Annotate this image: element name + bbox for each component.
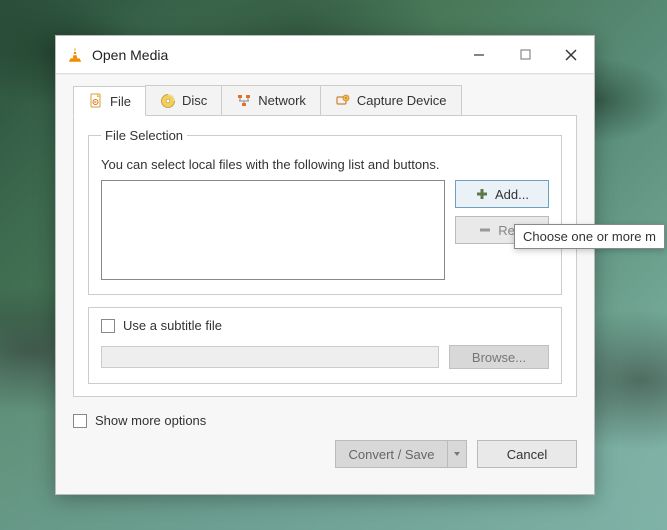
convert-save-button[interactable]: Convert / Save (335, 440, 447, 468)
window-title: Open Media (92, 47, 456, 63)
add-button[interactable]: Add... (455, 180, 549, 208)
vlc-cone-icon (66, 46, 84, 64)
dialog-footer: Convert / Save Cancel (73, 434, 577, 468)
file-list[interactable] (101, 180, 445, 280)
button-label: Convert / Save (349, 447, 435, 462)
titlebar: Open Media (56, 36, 594, 74)
add-button-tooltip: Choose one or more m (514, 224, 665, 249)
button-label: Cancel (507, 447, 547, 462)
window-controls (456, 36, 594, 73)
subtitle-path-input (101, 346, 439, 368)
show-more-options-row: Show more options (73, 413, 577, 428)
tab-capture[interactable]: Capture Device (320, 85, 462, 115)
subtitle-group: Use a subtitle file Browse... (88, 307, 562, 384)
network-icon (236, 93, 252, 109)
subtitle-checkbox-label: Use a subtitle file (123, 318, 222, 333)
tab-disc[interactable]: Disc (145, 85, 222, 115)
plus-icon (475, 187, 489, 201)
subtitle-checkbox[interactable] (101, 319, 115, 333)
dialog-content: File Disc (56, 74, 594, 494)
minus-icon (478, 223, 492, 237)
convert-save-splitbutton: Convert / Save (335, 440, 467, 468)
tooltip-text: Choose one or more m (523, 229, 656, 244)
close-button[interactable] (548, 36, 594, 73)
cancel-button[interactable]: Cancel (477, 440, 577, 468)
file-selection-hint: You can select local files with the foll… (101, 157, 549, 172)
file-selection-legend: File Selection (101, 128, 187, 143)
tab-file[interactable]: File (73, 86, 146, 116)
chevron-down-icon (453, 450, 461, 458)
tab-label: Network (258, 93, 306, 108)
tab-strip: File Disc (73, 85, 577, 115)
button-label: Add... (495, 187, 529, 202)
disc-icon (160, 93, 176, 109)
capture-icon (335, 93, 351, 109)
open-media-dialog: Open Media File (55, 35, 595, 495)
tab-label: Disc (182, 93, 207, 108)
tab-network[interactable]: Network (221, 85, 321, 115)
file-tab-panel: File Selection You can select local file… (73, 115, 577, 397)
tab-label: File (110, 94, 131, 109)
show-more-options-label: Show more options (95, 413, 206, 428)
show-more-options-checkbox[interactable] (73, 414, 87, 428)
maximize-button[interactable] (502, 36, 548, 73)
convert-save-dropdown[interactable] (447, 440, 467, 468)
button-label: Browse... (472, 350, 526, 365)
file-icon (88, 93, 104, 109)
file-selection-group: File Selection You can select local file… (88, 128, 562, 295)
tab-label: Capture Device (357, 93, 447, 108)
minimize-button[interactable] (456, 36, 502, 73)
browse-button: Browse... (449, 345, 549, 369)
